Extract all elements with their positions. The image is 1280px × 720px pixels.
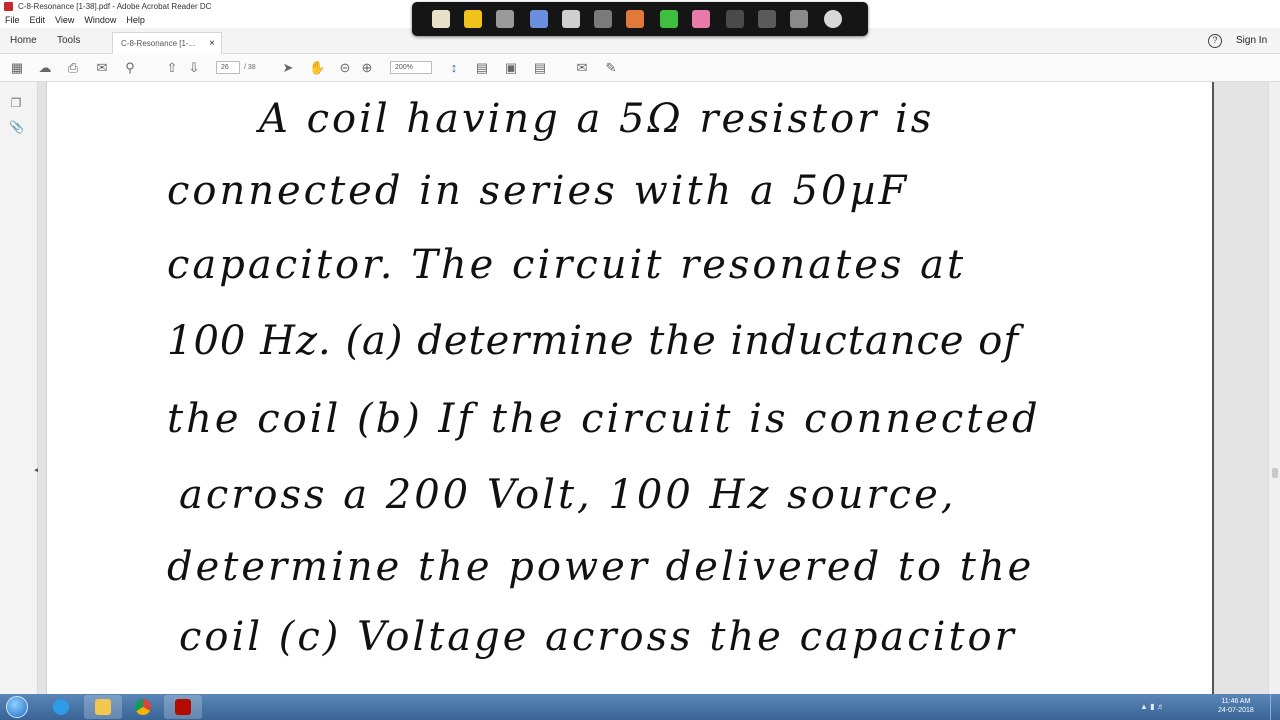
text-line-2: connected in series with a 50µF [167, 168, 910, 214]
show-desktop-button[interactable] [1270, 694, 1280, 720]
tab-document-label: C-8-Resonance [1-... [121, 39, 196, 48]
window-title: C-8-Resonance [1-38].pdf - Adobe Acrobat… [18, 2, 212, 11]
clock-time: 11:46 AM [1221, 698, 1251, 705]
internet-explorer-icon [53, 699, 69, 715]
menu-window[interactable]: Window [84, 15, 116, 28]
laser-icon[interactable] [758, 10, 776, 28]
main-toolbar: ▦ ☁ ⎙ ✉ ⚲ ⇧ ⇩ ➤ ✋ ⊝ ⊕ ↕ ▤ ▣ ▤ ✉ ✎ [0, 54, 1280, 82]
acrobat-app-icon [4, 2, 13, 11]
scrolling-mode-icon[interactable]: ▤ [474, 60, 490, 76]
left-navigation-pane: ❐ 📎 ◀ [0, 82, 39, 694]
zoom-select[interactable]: 200% [390, 61, 432, 74]
pdf-page: A coil having a 5Ω resistor is connected… [46, 82, 1214, 694]
document-viewport[interactable]: A coil having a 5Ω resistor is connected… [38, 82, 1268, 694]
folder-icon [95, 699, 111, 715]
next-page-icon[interactable]: ⇩ [186, 60, 202, 76]
taskbar: ▲ ▮ ♬ 11:46 AM 24-07-2018 [0, 694, 1280, 720]
taskbar-chrome[interactable] [124, 695, 162, 719]
menu-help[interactable]: Help [126, 15, 145, 28]
eraser-icon[interactable] [496, 10, 514, 28]
page-number-input[interactable]: 26 [216, 61, 240, 74]
menu-edit[interactable]: Edit [30, 15, 46, 28]
hand-tool-icon[interactable]: ✋ [309, 60, 325, 76]
sound-icon[interactable] [562, 10, 580, 28]
print-icon[interactable]: ⎙ [65, 60, 81, 76]
text-line-1: A coil having a 5Ω resistor is [259, 96, 935, 142]
taskbar-ie[interactable] [42, 695, 80, 719]
pencil-green-icon[interactable] [660, 10, 678, 28]
attachments-icon[interactable]: 📎 [9, 120, 24, 134]
zoom-out-icon[interactable]: ⊝ [337, 60, 353, 76]
highlighter-icon[interactable] [464, 10, 482, 28]
vertical-scrollbar[interactable] [1268, 82, 1280, 694]
text-line-7: determine the power delivered to the [167, 544, 1035, 590]
menu-file[interactable]: File [5, 15, 20, 28]
acrobat-icon [175, 699, 191, 715]
start-button-icon[interactable] [6, 696, 28, 718]
page-count: / 38 [244, 64, 256, 71]
taskbar-acrobat[interactable] [164, 695, 202, 719]
pointer-icon[interactable] [432, 10, 450, 28]
scrollbar-thumb[interactable] [1272, 468, 1278, 478]
system-clock[interactable]: 11:46 AM 24-07-2018 [1218, 697, 1254, 715]
whiteboard-icon[interactable] [790, 10, 808, 28]
annotation-toolbar [412, 2, 868, 36]
help-icon[interactable]: ? [1208, 34, 1222, 48]
marker-icon[interactable] [530, 10, 548, 28]
tab-home[interactable]: Home [10, 35, 37, 46]
pencil-orange-icon[interactable] [626, 10, 644, 28]
taskbar-explorer[interactable] [84, 695, 122, 719]
tab-document[interactable]: C-8-Resonance [1-... × [112, 32, 222, 54]
text-line-3: capacitor. The circuit resonates at [167, 242, 967, 288]
fit-page-icon[interactable]: ↕ [446, 60, 462, 76]
menu-view[interactable]: View [55, 15, 74, 28]
search-icon[interactable]: ⚲ [122, 60, 138, 76]
pen-icon[interactable]: ✎ [603, 60, 619, 76]
clear-icon[interactable] [824, 10, 842, 28]
comment-icon[interactable]: ✉ [574, 60, 590, 76]
chrome-icon [135, 699, 151, 715]
save-icon[interactable]: ▦ [9, 60, 25, 76]
system-tray-icons[interactable]: ▲ ▮ ♬ [1140, 702, 1165, 711]
text-line-5: the coil (b) If the circuit is connected [167, 396, 1041, 442]
text-line-4: 100 Hz. (a) determine the inductance of [167, 318, 1020, 364]
clock-date: 24-07-2018 [1218, 707, 1254, 714]
page-thumbnails-icon[interactable]: ❐ [9, 96, 23, 110]
text-line-8: coil (c) Voltage across the capacitor [179, 614, 1017, 660]
email-icon[interactable]: ✉ [94, 60, 110, 76]
eraser-pink-icon[interactable] [692, 10, 710, 28]
full-screen-icon[interactable]: ▣ [503, 60, 519, 76]
zoom-in-icon[interactable]: ⊕ [359, 60, 375, 76]
screen-icon[interactable] [594, 10, 612, 28]
cursor-icon[interactable] [726, 10, 744, 28]
read-mode-icon[interactable]: ▤ [532, 60, 548, 76]
previous-page-icon[interactable]: ⇧ [164, 60, 180, 76]
text-line-6: across a 200 Volt, 100 Hz source, [179, 472, 957, 518]
tab-tools[interactable]: Tools [57, 35, 80, 46]
close-tab-icon[interactable]: × [209, 38, 215, 49]
select-tool-icon[interactable]: ➤ [280, 60, 296, 76]
upload-icon[interactable]: ☁ [37, 60, 53, 76]
signin-link[interactable]: Sign In [1236, 35, 1267, 46]
